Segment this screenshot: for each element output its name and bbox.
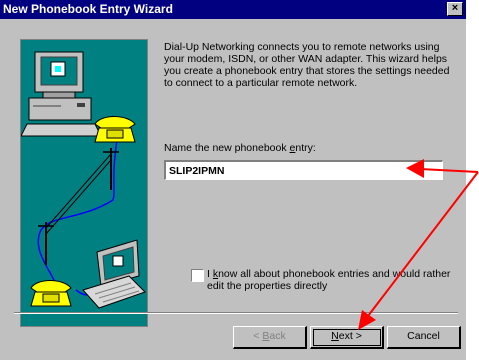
advanced-edit-checkbox-label[interactable]: I know all about phonebook entries and w… xyxy=(207,268,457,292)
window-title: New Phonebook Entry Wizard xyxy=(3,2,173,16)
advanced-edit-checkbox[interactable] xyxy=(191,269,204,282)
next-button[interactable]: Next > xyxy=(310,326,384,349)
close-icon: × xyxy=(451,2,459,14)
telephone-icon xyxy=(94,116,136,143)
phonebook-entry-name-input[interactable] xyxy=(164,160,443,180)
wizard-dialog: New Phonebook Entry Wizard × Dial-Up Net… xyxy=(0,0,466,360)
back-button[interactable]: < Back xyxy=(233,326,307,349)
title-bar: New Phonebook Entry Wizard × xyxy=(0,0,466,19)
network-illustration xyxy=(21,51,146,309)
telephone-icon xyxy=(30,280,72,307)
intro-text: Dial-Up Networking connects you to remot… xyxy=(164,41,450,89)
close-button[interactable]: × xyxy=(447,2,463,16)
laptop-icon xyxy=(82,239,146,309)
name-field-label: Name the new phonebook entry: xyxy=(164,142,316,154)
separator xyxy=(14,312,458,314)
telephone-pole-icon xyxy=(38,148,119,265)
wizard-illustration xyxy=(20,39,148,327)
computer-icon xyxy=(21,51,102,137)
cancel-button[interactable]: Cancel xyxy=(387,326,461,349)
